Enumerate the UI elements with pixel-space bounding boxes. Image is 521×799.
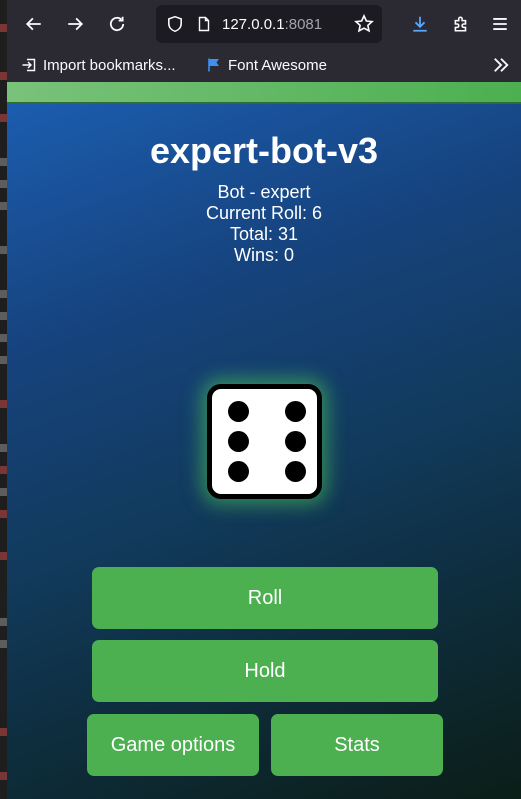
game-options-button[interactable]: Game options — [87, 714, 259, 776]
flag-icon — [208, 58, 219, 72]
bot-info: Bot - expert Current Roll: 6 Total: 31 W… — [7, 182, 521, 266]
bot-name-heading: expert-bot-v3 — [149, 130, 379, 171]
strip-mark — [0, 24, 7, 32]
strip-mark — [0, 72, 7, 80]
extensions-button[interactable] — [444, 7, 478, 41]
url-text[interactable]: 127.0.0.1:8081 — [222, 16, 322, 33]
puzzle-icon — [454, 16, 467, 32]
strip-mark — [0, 466, 7, 474]
die-pip — [228, 461, 249, 482]
die-pip — [228, 431, 249, 452]
reload-icon — [109, 16, 125, 32]
roll-button[interactable]: Roll — [92, 567, 438, 629]
hold-button[interactable]: Hold — [92, 640, 438, 702]
hamburger-icon — [493, 18, 507, 30]
strip-mark — [0, 728, 7, 736]
import-icon — [22, 58, 36, 72]
top-banner — [7, 82, 521, 104]
die-pip — [285, 431, 306, 452]
strip-mark — [0, 202, 7, 210]
bookmark-label: Font Awesome — [228, 56, 327, 74]
forward-button[interactable] — [58, 7, 92, 41]
strip-mark — [0, 158, 7, 166]
bookmark-label: Import bookmarks... — [43, 56, 176, 74]
strip-mark — [0, 552, 7, 560]
star-icon[interactable] — [354, 14, 374, 34]
die-face-six-icon — [207, 384, 322, 499]
strip-mark — [0, 180, 7, 188]
strip-mark — [0, 356, 7, 364]
total-score: Total: 31 — [229, 224, 299, 244]
game-page: expert-bot-v3 Bot - expert Current Roll:… — [7, 82, 521, 799]
bot-type: Bot - expert — [217, 182, 311, 202]
back-button[interactable] — [17, 7, 51, 41]
strip-mark — [0, 640, 7, 648]
current-roll: Current Roll: 6 — [205, 203, 323, 223]
shield-icon[interactable] — [166, 15, 184, 33]
strip-mark — [0, 618, 7, 626]
page-icon — [198, 16, 210, 32]
strip-mark — [0, 772, 7, 780]
menu-button[interactable] — [483, 7, 517, 41]
strip-mark — [0, 246, 7, 254]
arrow-right-icon — [68, 17, 84, 31]
wins-count: Wins: 0 — [233, 245, 294, 265]
strip-mark — [0, 114, 7, 122]
bookmarks-bar: Import bookmarks... Font Awesome — [7, 48, 521, 82]
download-icon — [413, 16, 427, 32]
reload-button[interactable] — [100, 7, 134, 41]
chevrons-right-icon[interactable] — [491, 55, 511, 75]
strip-mark — [0, 400, 7, 408]
bookmark-import[interactable]: Import bookmarks... — [21, 54, 176, 76]
strip-mark — [0, 488, 7, 496]
arrow-left-icon — [25, 17, 41, 31]
strip-mark — [0, 510, 7, 518]
die-pip — [285, 401, 306, 422]
bookmark-font-awesome[interactable]: Font Awesome — [206, 54, 327, 76]
strip-mark — [0, 290, 7, 298]
browser-toolbar: 127.0.0.1:8081 — [7, 0, 521, 48]
url-bar[interactable]: 127.0.0.1:8081 — [156, 5, 382, 43]
strip-mark — [0, 444, 7, 452]
strip-mark — [0, 334, 7, 342]
stats-button[interactable]: Stats — [271, 714, 443, 776]
downloads-button[interactable] — [403, 7, 437, 41]
strip-mark — [0, 312, 7, 320]
die-pip — [228, 401, 249, 422]
die-pip — [285, 461, 306, 482]
editor-strip — [0, 0, 7, 799]
